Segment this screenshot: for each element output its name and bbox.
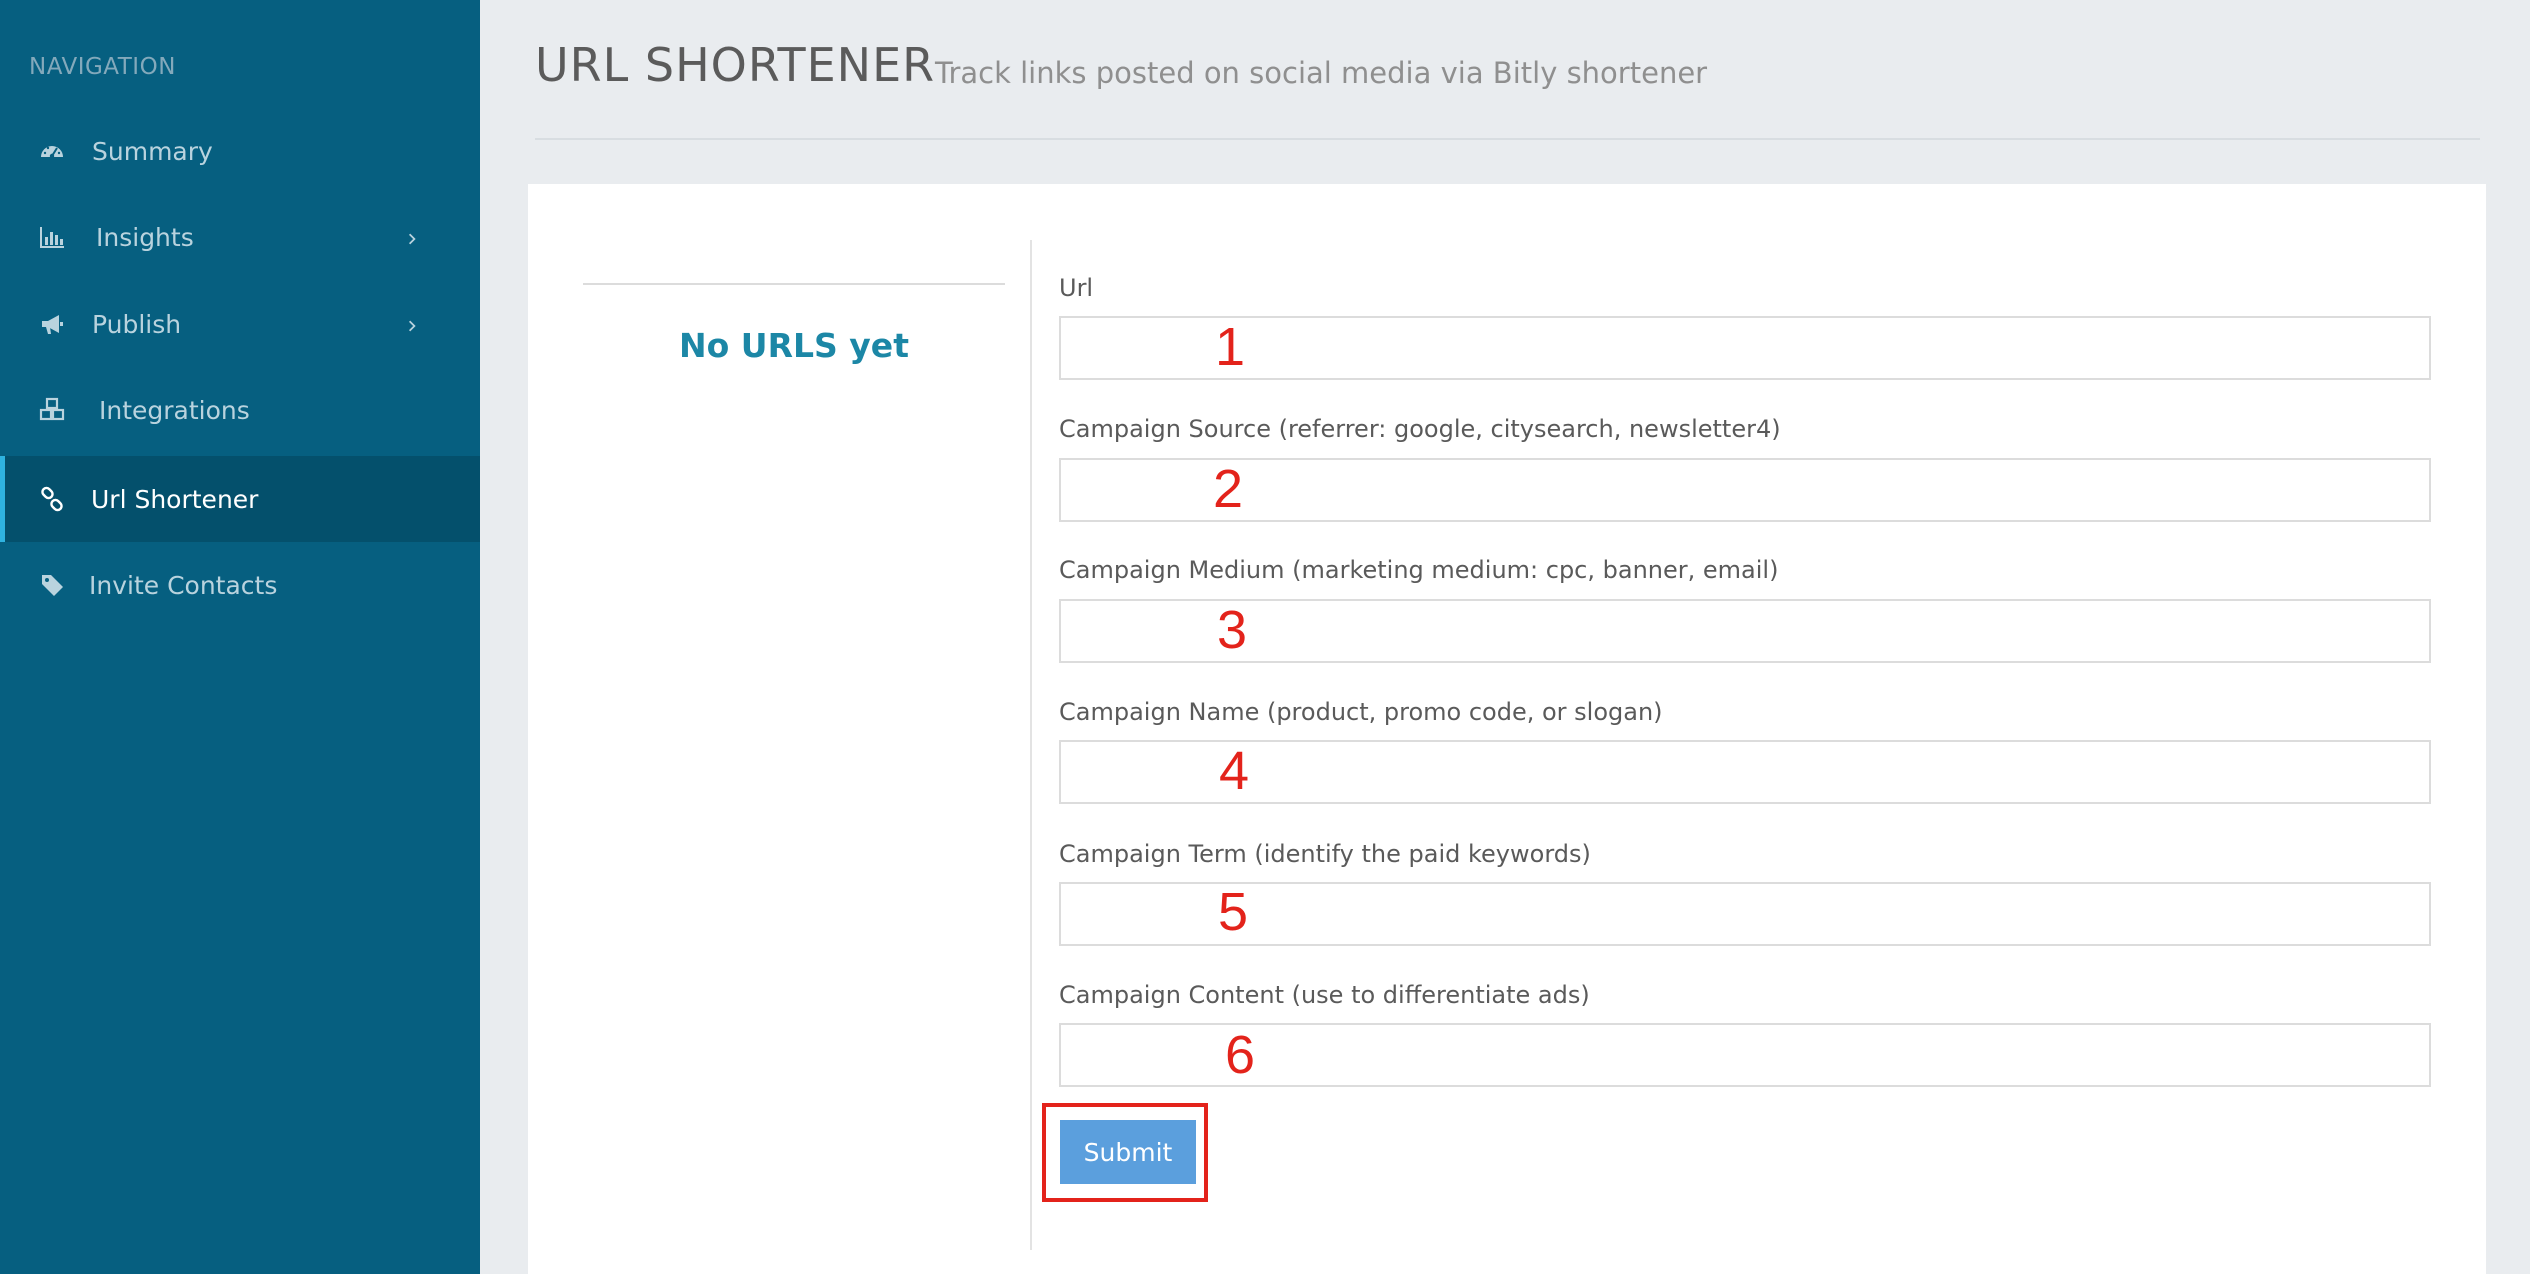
campaign-source-input[interactable] xyxy=(1059,458,2431,522)
page-subtitle: Track links posted on social media via B… xyxy=(935,56,1708,90)
campaign-name-label: Campaign Name (product, promo code, or s… xyxy=(1059,698,1663,726)
campaign-name-input[interactable] xyxy=(1059,740,2431,804)
campaign-medium-label: Campaign Medium (marketing medium: cpc, … xyxy=(1059,556,1779,584)
campaign-source-label: Campaign Source (referrer: google, citys… xyxy=(1059,415,1781,443)
link-icon xyxy=(36,483,68,515)
sidebar-item-label: Integrations xyxy=(99,395,250,425)
campaign-term-label: Campaign Term (identify the paid keyword… xyxy=(1059,840,1591,868)
sidebar-item-publish[interactable]: Publish xyxy=(0,281,480,367)
campaign-term-input[interactable] xyxy=(1059,882,2431,946)
sidebar-item-summary[interactable]: Summary xyxy=(0,108,480,194)
sidebar-item-url-shortener[interactable]: Url Shortener xyxy=(0,456,480,542)
tag-icon xyxy=(36,569,68,601)
submit-highlight-box xyxy=(1042,1103,1208,1202)
annotation-number: 2 xyxy=(1213,459,1244,519)
url-label: Url xyxy=(1059,274,1094,302)
bullhorn-icon xyxy=(36,308,68,340)
annotation-number: 5 xyxy=(1218,882,1249,942)
campaign-medium-input[interactable] xyxy=(1059,599,2431,663)
annotation-number: 4 xyxy=(1219,741,1250,801)
sidebar-item-label: Invite Contacts xyxy=(89,570,278,600)
page-title: URL SHORTENER xyxy=(535,38,936,92)
sidebar-item-label: Url Shortener xyxy=(91,484,259,514)
sidebar-item-invite-contacts[interactable]: Invite Contacts xyxy=(0,542,480,628)
annotation-number: 1 xyxy=(1215,317,1246,377)
dashboard-icon xyxy=(36,135,68,167)
sidebar-item-insights[interactable]: Insights xyxy=(0,194,480,280)
nav-heading: NAVIGATION xyxy=(29,54,176,80)
sidebar: NAVIGATION Summary Insights Publish Inte… xyxy=(0,0,480,1274)
annotation-number: 6 xyxy=(1225,1025,1256,1085)
campaign-content-label: Campaign Content (use to differentiate a… xyxy=(1059,981,1590,1009)
urls-list-divider xyxy=(583,283,1005,285)
campaign-content-input[interactable] xyxy=(1059,1023,2431,1087)
chevron-right-icon xyxy=(402,229,422,249)
column-divider xyxy=(1030,240,1032,1250)
sidebar-item-integrations[interactable]: Integrations xyxy=(0,367,480,453)
sidebar-item-label: Insights xyxy=(96,222,194,252)
sidebar-item-label: Publish xyxy=(92,309,182,339)
bar-chart-icon xyxy=(36,221,68,253)
sidebar-item-label: Summary xyxy=(92,136,213,166)
annotation-number: 3 xyxy=(1217,600,1248,660)
empty-urls-message: No URLS yet xyxy=(679,326,909,365)
header-divider xyxy=(535,138,2480,140)
url-input[interactable] xyxy=(1059,316,2431,380)
chevron-right-icon xyxy=(402,316,422,336)
cubes-icon xyxy=(36,394,68,426)
